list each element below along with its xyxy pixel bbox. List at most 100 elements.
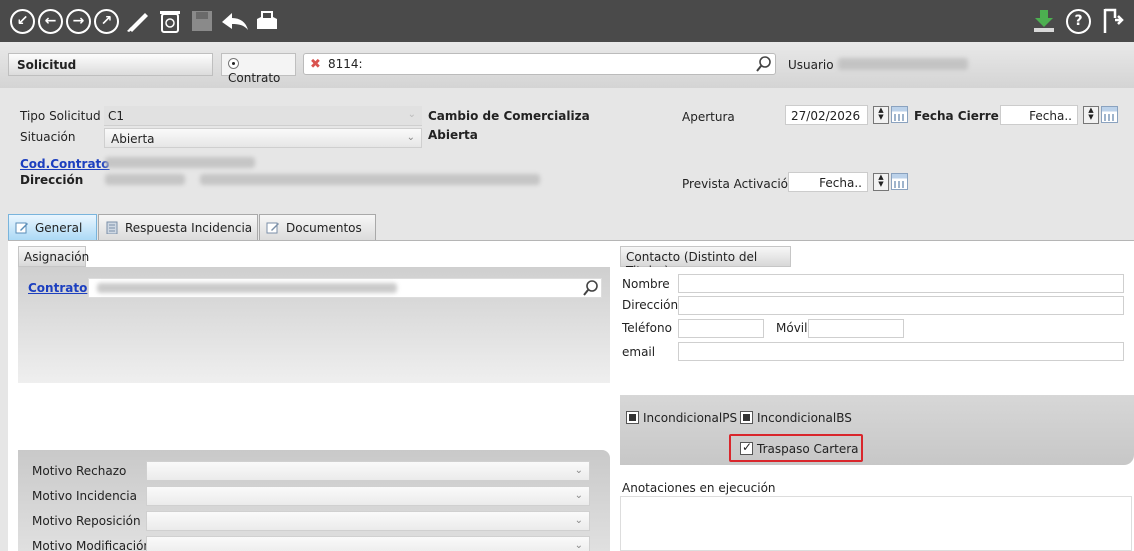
- forward-icon[interactable]: →: [66, 8, 91, 34]
- calendar-icon[interactable]: [891, 173, 908, 190]
- cod-contrato-link[interactable]: Cod.Contrato: [20, 157, 110, 171]
- prevista-label: Prevista Activación: [682, 177, 796, 191]
- chevron-down-icon: ⌄: [574, 465, 583, 476]
- checkbox-icon[interactable]: [626, 411, 639, 424]
- direccion-redacted-1: [105, 174, 185, 185]
- usuario-label: Usuario: [788, 58, 834, 72]
- nombre-label: Nombre: [622, 277, 670, 291]
- prevista-spinner[interactable]: ▲ ▼: [873, 173, 889, 191]
- chevron-down-icon: ⌄: [574, 490, 583, 501]
- tab-respuesta-label: Respuesta Incidencia: [125, 221, 253, 235]
- trash-icon[interactable]: [158, 8, 182, 34]
- direccion-label: Dirección: [20, 173, 84, 187]
- contrato-input[interactable]: [88, 278, 602, 298]
- back-icon[interactable]: ←: [38, 8, 63, 34]
- email-input[interactable]: [678, 342, 1124, 361]
- direccion-contacto-input[interactable]: [678, 296, 1124, 315]
- direccion-contacto-label: Dirección: [622, 298, 679, 312]
- edit-icon: [15, 222, 28, 234]
- chevron-down-icon: ⌄: [407, 109, 416, 120]
- motivo-modificacion-select[interactable]: ⌄: [146, 536, 590, 551]
- search-input[interactable]: ✖ 8114:: [303, 53, 776, 75]
- search-icon[interactable]: [756, 55, 772, 73]
- tipo-solicitud-label: Tipo Solicitud: [20, 109, 101, 123]
- motivo-incidencia-select[interactable]: ⌄: [146, 486, 590, 506]
- telefono-label: Teléfono: [622, 321, 672, 335]
- section-title: Solicitud: [8, 53, 213, 76]
- radio-icon[interactable]: [228, 58, 239, 69]
- save-icon[interactable]: [190, 8, 214, 34]
- calendar-icon[interactable]: [891, 106, 908, 123]
- situacion-value: Abierta: [111, 132, 155, 146]
- apertura-input[interactable]: 27/02/2026: [785, 105, 868, 125]
- motivo-reposicion-label: Motivo Reposición: [32, 514, 141, 528]
- movil-input[interactable]: [808, 319, 904, 338]
- motivo-incidencia-label: Motivo Incidencia: [32, 489, 137, 503]
- fecha-cierre-input[interactable]: Fecha..: [1000, 105, 1078, 125]
- motivo-reposicion-select[interactable]: ⌄: [146, 511, 590, 531]
- contrato-radio[interactable]: Contrato: [221, 53, 296, 85]
- anotaciones-textarea[interactable]: [620, 496, 1132, 551]
- movil-label: Móvil: [776, 321, 808, 335]
- calendar-icon[interactable]: [1101, 106, 1118, 123]
- edit-icon: [266, 222, 279, 234]
- incondicional-ps-label: IncondicionalPS: [643, 411, 738, 425]
- chevron-down-icon: ⌄: [406, 132, 415, 143]
- traspaso-cartera-label: Traspaso Cartera: [757, 442, 859, 456]
- situacion-select[interactable]: Abierta ⌄: [104, 128, 422, 148]
- download-icon[interactable]: [1030, 8, 1058, 34]
- traspaso-cartera-checkbox[interactable]: Traspaso Cartera: [740, 440, 859, 456]
- checkbox-checked-icon[interactable]: [740, 440, 753, 455]
- search-icon[interactable]: [583, 279, 599, 297]
- anotaciones-label: Anotaciones en ejecución: [622, 481, 776, 495]
- tipo-desc: Cambio de Comercializa: [428, 109, 590, 123]
- telefono-input[interactable]: [678, 319, 764, 338]
- fecha-cierre-label: Fecha Cierre: [914, 109, 999, 123]
- tab-respuesta-incidencia[interactable]: Respuesta Incidencia: [98, 214, 258, 241]
- help-icon[interactable]: ?: [1066, 8, 1091, 34]
- tipo-solicitud-field[interactable]: C1 ⌄: [104, 106, 422, 126]
- prevista-input[interactable]: Fecha..: [788, 172, 868, 192]
- prevista-placeholder: Fecha..: [819, 176, 862, 190]
- brush-icon[interactable]: [124, 8, 152, 34]
- motivo-rechazo-select[interactable]: ⌄: [146, 461, 590, 481]
- first-icon[interactable]: ↙: [10, 8, 35, 34]
- toolbar: ↙ ← → ↗ ?: [0, 0, 1134, 42]
- checkbox-icon[interactable]: [740, 411, 753, 424]
- document-icon: [106, 221, 118, 234]
- fecha-cierre-spinner[interactable]: ▲ ▼: [1083, 106, 1099, 124]
- checks-panel: [620, 395, 1134, 465]
- undo-icon[interactable]: [220, 8, 250, 34]
- clear-icon[interactable]: ✖: [310, 57, 321, 72]
- contrato-value-redacted: [97, 283, 397, 293]
- motivo-rechazo-label: Motivo Rechazo: [32, 464, 127, 478]
- chevron-down-icon: ⌄: [574, 540, 583, 551]
- tab-general[interactable]: General: [8, 214, 97, 241]
- tipo-solicitud-value: C1: [108, 109, 125, 123]
- asignacion-header: Asignación: [18, 246, 89, 267]
- cod-contrato-redacted: [105, 157, 255, 168]
- situacion-desc: Abierta: [428, 128, 478, 142]
- radio-label: Contrato: [228, 71, 281, 85]
- exit-icon[interactable]: [1100, 8, 1126, 34]
- incondicional-bs-checkbox[interactable]: IncondicionalBS: [740, 411, 852, 425]
- search-value: 8114:: [328, 57, 363, 71]
- situacion-label: Situación: [20, 130, 76, 144]
- fecha-cierre-placeholder: Fecha..: [1029, 109, 1072, 123]
- tab-documentos-label: Documentos: [286, 221, 362, 235]
- incondicional-ps-checkbox[interactable]: IncondicionalPS: [626, 411, 737, 425]
- contrato-link[interactable]: Contrato: [28, 281, 87, 295]
- motivo-modificacion-label: Motivo Modificación: [32, 539, 152, 551]
- usuario-value-redacted: [838, 58, 968, 70]
- print-icon[interactable]: [254, 8, 280, 34]
- tab-documentos[interactable]: Documentos: [259, 214, 376, 241]
- apertura-spinner[interactable]: ▲ ▼: [873, 106, 889, 124]
- incondicional-bs-label: IncondicionalBS: [757, 411, 852, 425]
- chevron-down-icon: ⌄: [574, 515, 583, 526]
- apertura-label: Apertura: [682, 110, 735, 124]
- last-icon[interactable]: ↗: [94, 8, 119, 34]
- tab-general-label: General: [35, 221, 83, 235]
- contacto-header: Contacto (Distinto del Titular): [620, 246, 791, 278]
- email-label: email: [622, 345, 656, 359]
- nombre-input[interactable]: [678, 274, 1124, 293]
